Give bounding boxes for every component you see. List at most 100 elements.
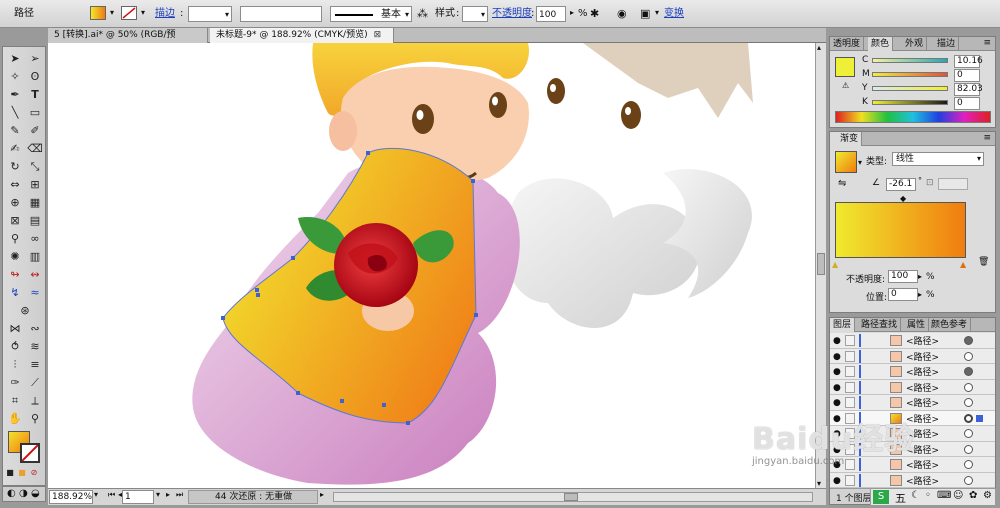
eye-icon[interactable]: ● [833,414,841,424]
hand-tool-icon[interactable]: ✋ [6,411,24,427]
perspective-grid-icon[interactable]: ▦ [26,195,44,211]
status-menu-icon[interactable]: ▸ [320,490,324,499]
globe-icon[interactable]: ◉ [617,6,627,22]
layer-row[interactable]: ● <路径> [830,333,995,349]
tab-layers[interactable]: 图层 [830,318,856,332]
vertical-scrollbar[interactable]: ▴ ▾ [815,43,826,488]
symbol-sprayer-icon[interactable]: ✺ [6,249,24,265]
column-graph-icon[interactable]: ⫶ [6,357,24,373]
none-mode-icon[interactable]: ⊘ [29,465,39,481]
ime-logo-icon[interactable]: S [873,490,889,504]
chevron-down-icon[interactable]: ▾ [652,6,662,20]
zoom-tool-icon[interactable]: ⚲ [26,411,44,427]
chevron-down-icon[interactable]: ▾ [858,158,862,167]
target-icon[interactable] [964,475,973,485]
chevron-right-icon[interactable]: ▸ [567,6,577,20]
shape-builder-icon[interactable]: ⊕ [6,195,24,211]
eye-icon[interactable]: ● [833,383,841,393]
target-icon[interactable] [964,336,973,345]
gradient-type-select[interactable]: 线性 ▾ [892,152,984,166]
hscroll-thumb[interactable] [564,493,578,501]
twirl-tool-icon[interactable]: ⥀ [6,339,24,355]
pencil-icon[interactable]: ✐ [26,123,44,139]
angle-field[interactable]: -26.1 [886,178,916,191]
gradient-mode-icon[interactable]: ■ [17,465,27,481]
yellow-value[interactable]: 82.03 [954,83,983,96]
moon-icon[interactable]: ☾ [911,490,920,501]
reverse-gradient-icon[interactable]: ⇋ [838,178,846,189]
lasso-icon[interactable]: ʘ [26,69,44,85]
layer-row-selected[interactable]: ● <路径> [830,410,995,426]
tab-attributes[interactable]: 属性 [904,318,930,332]
rectangle-tool-icon[interactable]: ▭ [26,105,44,121]
draw-inside-icon[interactable]: ◒ [31,488,40,499]
pucker-tool-icon[interactable]: ≋ [26,339,44,355]
skin-icon[interactable]: ✿ [969,490,977,501]
eye-icon[interactable]: ● [833,445,841,455]
target-icon[interactable] [964,444,973,454]
layer-row[interactable]: ● <路径> [830,379,995,395]
fill-swatch[interactable] [90,6,106,20]
delete-stop-icon[interactable]: 🗑 [978,257,989,267]
target-icon[interactable] [964,367,973,376]
align-icon[interactable]: ▣ [640,6,650,22]
mesh-tool-icon[interactable]: ⊠ [6,213,24,229]
eye-icon[interactable]: ● [833,352,841,362]
ime-mode-icon[interactable]: 五 [895,490,906,506]
magenta-slider[interactable] [872,72,948,77]
panel-menu-icon[interactable]: ≡ [983,133,991,143]
tab-gradient[interactable]: 渐变 [830,132,863,146]
black-slider[interactable] [872,100,948,105]
measure-tool-icon[interactable]: ⟋ [26,375,44,391]
tab-pathfinder[interactable]: 路径查找 [858,318,902,332]
gradient-stop-start[interactable]: ▲ [832,260,838,269]
stop-opacity-field[interactable]: 100 [888,270,918,283]
graph-tool-icon[interactable]: ▥ [26,249,44,265]
layer-row[interactable]: ● <路径> [830,472,995,488]
layer-row[interactable]: ● <路径> [830,426,995,442]
tab-color[interactable]: 颜色 [868,37,894,51]
tab-appearance[interactable]: 外观 [902,37,928,51]
tab-document-2[interactable]: 未标题-9* @ 188.92% (CMYK/预览) ⊠ [210,28,394,43]
style-picker[interactable]: ▾ [462,6,488,22]
chevron-down-icon[interactable]: ▾ [138,6,148,20]
transform-link[interactable]: 变换 [664,6,684,22]
stroke-weight-field[interactable]: ▾ [188,6,232,22]
live-paint-select-icon[interactable]: ≈ [26,285,44,301]
chevron-down-icon[interactable]: ▾ [107,6,117,20]
layer-row[interactable]: ● <路径> [830,395,995,411]
color-mode-icon[interactable]: ■ [5,465,15,481]
target-icon[interactable] [964,398,973,407]
layer-row[interactable]: ● <路径> [830,364,995,380]
stroke-swatch[interactable] [121,6,137,20]
eye-icon[interactable]: ● [833,398,841,408]
chevron-down-icon[interactable]: ▾ [156,490,160,499]
eyedropper-2-icon[interactable]: ✑ [6,375,24,391]
opacity-link[interactable]: 不透明度 [492,6,532,22]
blend-tool-icon[interactable]: ∞ [26,231,44,247]
artboard-canvas[interactable] [48,43,816,488]
direct-selection-tool-icon[interactable]: ➢ [26,51,44,67]
layer-row[interactable]: ● <路径> [830,441,995,457]
next-artboard-icon[interactable]: ▸ [166,490,170,499]
yellow-slider[interactable] [872,86,948,91]
layer-row[interactable]: ● <路径> [830,457,995,473]
blob-brush-icon[interactable]: ✍ [6,141,24,157]
stop-location-field[interactable]: 0 [888,288,918,301]
variable-width-field[interactable] [240,6,322,22]
target-icon[interactable] [964,429,973,438]
recolor-icon[interactable]: ✱ [590,6,599,22]
gradient-stop-end[interactable]: ▲ [960,260,966,269]
line-tool-icon[interactable]: ╲ [6,105,24,121]
target-icon[interactable] [964,460,973,469]
eraser-icon[interactable]: ⌫ [26,141,44,157]
gradient-ramp[interactable] [835,202,966,258]
bar-graph-icon[interactable]: ≡ [26,357,44,373]
magic-wand-icon[interactable]: ✧ [6,69,24,85]
scroll-thumb[interactable] [817,253,825,275]
draw-normal-icon[interactable]: ◐ [7,488,16,499]
artboard-field[interactable]: 1 [122,490,154,504]
punctuation-icon[interactable]: ◦ [925,490,931,501]
stroke-color-swatch[interactable] [20,443,40,463]
magenta-value[interactable]: 0 [954,69,980,82]
